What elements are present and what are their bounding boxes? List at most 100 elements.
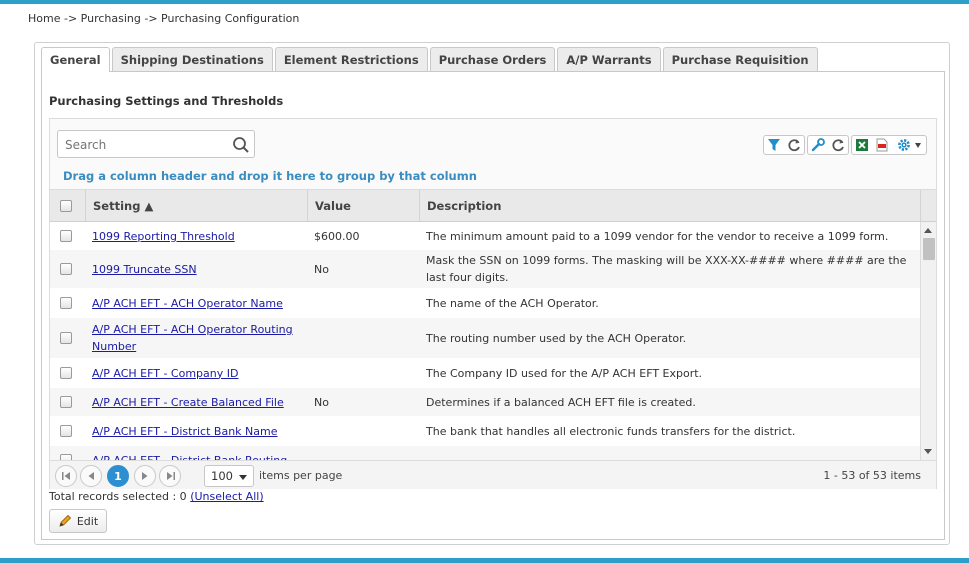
tab-ap-warrants[interactable]: A/P Warrants <box>557 47 661 71</box>
breadcrumb: Home -> Purchasing -> Purchasing Configu… <box>28 12 300 25</box>
page-size-select[interactable]: 100 <box>204 465 254 487</box>
setting-description: Determines if a balanced ACH EFT file is… <box>426 395 696 409</box>
tab-purchase-orders[interactable]: Purchase Orders <box>429 47 556 71</box>
column-header-description[interactable]: Description <box>419 190 920 221</box>
column-settings-button[interactable] <box>808 136 828 154</box>
filter-icon <box>768 139 780 151</box>
row-checkbox[interactable] <box>60 396 72 408</box>
unselect-all-link[interactable]: (Unselect All) <box>190 490 263 503</box>
tab-strip: General Shipping Destinations Element Re… <box>41 47 820 72</box>
setting-description <box>426 446 916 460</box>
chevron-down-icon <box>239 475 247 480</box>
wrench-icon <box>811 138 825 152</box>
refresh-icon <box>832 139 844 152</box>
row-checkbox[interactable] <box>60 425 72 437</box>
filter-tool-group <box>763 135 805 155</box>
row-checkbox[interactable] <box>60 332 72 344</box>
reset-filter-button[interactable] <box>784 136 804 154</box>
excel-icon <box>856 139 868 151</box>
grid-toolbar: Drag a column header and drop it here to… <box>50 119 936 190</box>
setting-description: The routing number used by the ACH Opera… <box>426 331 687 345</box>
table-row: A/P ACH EFT - ACH Operator Routing Numbe… <box>50 318 920 358</box>
column-tool-group <box>807 135 849 155</box>
setting-value <box>314 446 414 460</box>
select-all-checkbox[interactable] <box>60 199 72 212</box>
setting-value <box>314 288 414 318</box>
group-by-hint: Drag a column header and drop it here to… <box>63 169 477 183</box>
last-page-button[interactable] <box>159 465 181 487</box>
vertical-scrollbar[interactable] <box>920 222 936 460</box>
setting-description: The Company ID used for the A/P ACH EFT … <box>426 366 703 380</box>
last-page-icon <box>166 472 175 480</box>
first-page-icon <box>61 472 70 480</box>
table-row: A/P ACH EFT - Company ID The Company ID … <box>50 358 920 388</box>
setting-value <box>314 358 414 388</box>
search-input[interactable] <box>63 135 228 154</box>
pager-info: 1 - 53 of 53 items <box>823 469 921 482</box>
tab-element-restrictions[interactable]: Element Restrictions <box>274 47 428 71</box>
column-header-setting[interactable]: Setting ▲ <box>85 190 307 221</box>
section-title: Purchasing Settings and Thresholds <box>49 94 284 108</box>
scroll-down-arrow-icon[interactable] <box>924 449 932 454</box>
row-checkbox[interactable] <box>60 297 72 309</box>
scroll-up-arrow-icon[interactable] <box>924 228 932 233</box>
search-icon[interactable] <box>232 136 250 154</box>
setting-link[interactable]: A/P ACH EFT - ACH Operator Routing Numbe… <box>92 321 302 355</box>
pdf-icon <box>876 138 888 152</box>
top-accent-bar <box>0 0 969 4</box>
previous-page-button[interactable] <box>80 465 102 487</box>
header-scroll-spacer <box>920 190 936 221</box>
filter-button[interactable] <box>764 136 784 154</box>
table-row: A/P ACH EFT - District Bank Routing <box>50 446 920 460</box>
export-excel-button[interactable] <box>852 136 872 154</box>
scroll-thumb[interactable] <box>923 238 935 260</box>
grid-pager: 1 100 items per page 1 - 53 of 53 items <box>50 460 936 489</box>
grid-settings-button[interactable] <box>892 136 926 154</box>
next-page-button[interactable] <box>134 465 156 487</box>
setting-link[interactable]: A/P ACH EFT - District Bank Name <box>92 423 278 440</box>
edit-button-label: Edit <box>76 514 99 528</box>
items-per-page-label: items per page <box>259 469 343 482</box>
pencil-icon <box>59 514 71 527</box>
first-page-button[interactable] <box>55 465 77 487</box>
current-page-button[interactable]: 1 <box>107 465 129 487</box>
setting-link[interactable]: A/P ACH EFT - District Bank Routing <box>92 452 287 461</box>
tab-shipping-destinations[interactable]: Shipping Destinations <box>111 47 273 71</box>
row-checkbox[interactable] <box>60 367 72 379</box>
table-row: 1099 Truncate SSN No Mask the SSN on 109… <box>50 250 920 288</box>
column-header-value[interactable]: Value <box>307 190 419 221</box>
tab-purchase-requisition[interactable]: Purchase Requisition <box>662 47 818 71</box>
tab-content-general: Purchasing Settings and Thresholds Searc… <box>41 71 945 540</box>
setting-link[interactable]: A/P ACH EFT - Create Balanced File <box>92 394 284 411</box>
row-checkbox[interactable] <box>60 230 72 242</box>
main-panel: General Shipping Destinations Element Re… <box>34 42 950 545</box>
table-row: A/P ACH EFT - District Bank Name The ban… <box>50 416 920 446</box>
settings-grid: Drag a column header and drop it here to… <box>49 118 937 489</box>
reset-columns-button[interactable] <box>828 136 848 154</box>
page-size-value: 100 <box>211 469 233 483</box>
setting-link[interactable]: 1099 Reporting Threshold <box>92 228 235 245</box>
setting-link[interactable]: A/P ACH EFT - Company ID <box>92 365 238 382</box>
setting-link[interactable]: A/P ACH EFT - ACH Operator Name <box>92 295 283 312</box>
setting-value: $600.00 <box>314 229 360 243</box>
edit-button[interactable]: Edit <box>49 509 107 533</box>
setting-value: No <box>314 262 329 276</box>
tab-general[interactable]: General <box>41 47 110 72</box>
chevron-down-icon <box>915 142 921 148</box>
setting-description: The name of the ACH Operator. <box>426 296 599 310</box>
setting-value <box>314 318 414 358</box>
previous-page-icon <box>88 472 94 480</box>
setting-description: Mask the SSN on 1099 forms. The masking … <box>426 254 907 284</box>
refresh-icon <box>788 139 800 152</box>
setting-link[interactable]: 1099 Truncate SSN <box>92 261 197 278</box>
records-selected: Total records selected : 0 (Unselect All… <box>49 490 264 503</box>
row-checkbox[interactable] <box>60 263 72 275</box>
table-row: 1099 Reporting Threshold $600.00 The min… <box>50 222 920 250</box>
search-box <box>57 130 255 158</box>
setting-value <box>314 416 414 446</box>
records-selected-text: Total records selected : 0 <box>49 490 191 503</box>
export-pdf-button[interactable] <box>872 136 892 154</box>
table-row: A/P ACH EFT - ACH Operator Name The name… <box>50 288 920 318</box>
grid-header: Setting ▲ Value Description <box>50 190 936 222</box>
export-tool-group <box>851 135 927 155</box>
